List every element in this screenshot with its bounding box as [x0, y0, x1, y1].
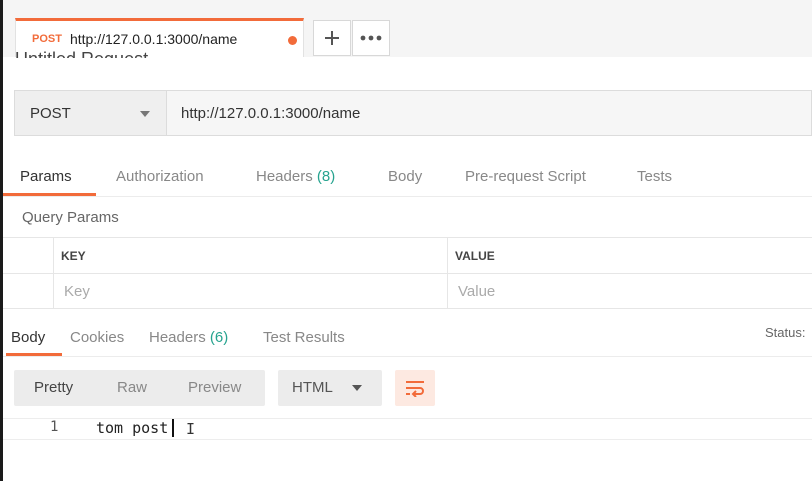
- tab-test-results[interactable]: Test Results: [263, 329, 345, 346]
- key-input[interactable]: Key: [64, 283, 90, 300]
- active-tab-indicator: [3, 193, 96, 196]
- value-input[interactable]: Value: [458, 283, 495, 300]
- url-bar: POST http://127.0.0.1:3000/name: [14, 90, 812, 136]
- method-select[interactable]: POST: [15, 91, 167, 135]
- column-divider: [53, 237, 54, 309]
- tab-authorization[interactable]: Authorization: [116, 168, 204, 185]
- tab-headers[interactable]: Headers (8): [256, 168, 335, 185]
- value-column-header: VALUE: [455, 249, 495, 263]
- tab-response-headers[interactable]: Headers (6): [149, 329, 228, 346]
- table-header-row: KEY VALUE: [3, 237, 812, 273]
- chevron-down-icon: [352, 385, 362, 391]
- wrap-lines-icon: [406, 381, 424, 397]
- tab-strip: POST http://127.0.0.1:3000/name Untitled…: [3, 0, 812, 58]
- query-params-table: KEY VALUE Key Value: [3, 237, 812, 309]
- response-headers-count-badge: (6): [209, 329, 229, 346]
- tab-response-body[interactable]: Body: [11, 329, 45, 346]
- query-params-title: Query Params: [22, 209, 119, 226]
- tab-headers-label: Headers: [256, 168, 313, 185]
- pretty-button[interactable]: Pretty: [34, 379, 73, 396]
- format-select-label: HTML: [292, 379, 333, 396]
- key-column-header: KEY: [61, 249, 86, 263]
- text-cursor: [172, 419, 174, 437]
- table-row: Key Value: [3, 273, 812, 309]
- active-tab-indicator: [6, 353, 62, 356]
- wrap-lines-button[interactable]: [395, 370, 435, 406]
- tab-cookies[interactable]: Cookies: [70, 329, 124, 346]
- column-divider: [447, 237, 448, 309]
- line-number: 1: [50, 419, 59, 435]
- body-view-mode: Pretty Raw Preview: [14, 370, 265, 406]
- method-select-label: POST: [30, 104, 71, 122]
- raw-button[interactable]: Raw: [117, 379, 147, 396]
- url-input[interactable]: http://127.0.0.1:3000/name: [168, 91, 811, 135]
- plus-icon: [325, 31, 339, 45]
- chevron-down-icon: [140, 111, 150, 117]
- tab-params[interactable]: Params: [20, 168, 72, 185]
- tab-response-headers-label: Headers: [149, 329, 206, 346]
- status-label: Status:: [765, 325, 806, 340]
- new-tab-button[interactable]: [313, 20, 351, 56]
- response-body-text[interactable]: tom post: [96, 419, 168, 437]
- headers-count-badge: (8): [316, 168, 336, 185]
- tab-pre-request-script[interactable]: Pre-request Script: [465, 168, 586, 185]
- tab-body[interactable]: Body: [388, 168, 422, 185]
- ibeam-cursor-icon: I: [186, 420, 196, 438]
- request-title[interactable]: Untitled Request: [15, 44, 148, 58]
- preview-button[interactable]: Preview: [188, 379, 241, 396]
- tab-tests[interactable]: Tests: [637, 168, 672, 185]
- response-tabs: Body Cookies Headers (6) Test Results: [3, 318, 812, 357]
- request-tabs: Params Authorization Headers (8) Body Pr…: [3, 158, 812, 197]
- tab-options-button[interactable]: [352, 20, 390, 56]
- unsaved-dot-icon: [288, 36, 297, 45]
- more-horizontal-icon: [360, 35, 382, 41]
- format-select[interactable]: HTML: [278, 370, 382, 406]
